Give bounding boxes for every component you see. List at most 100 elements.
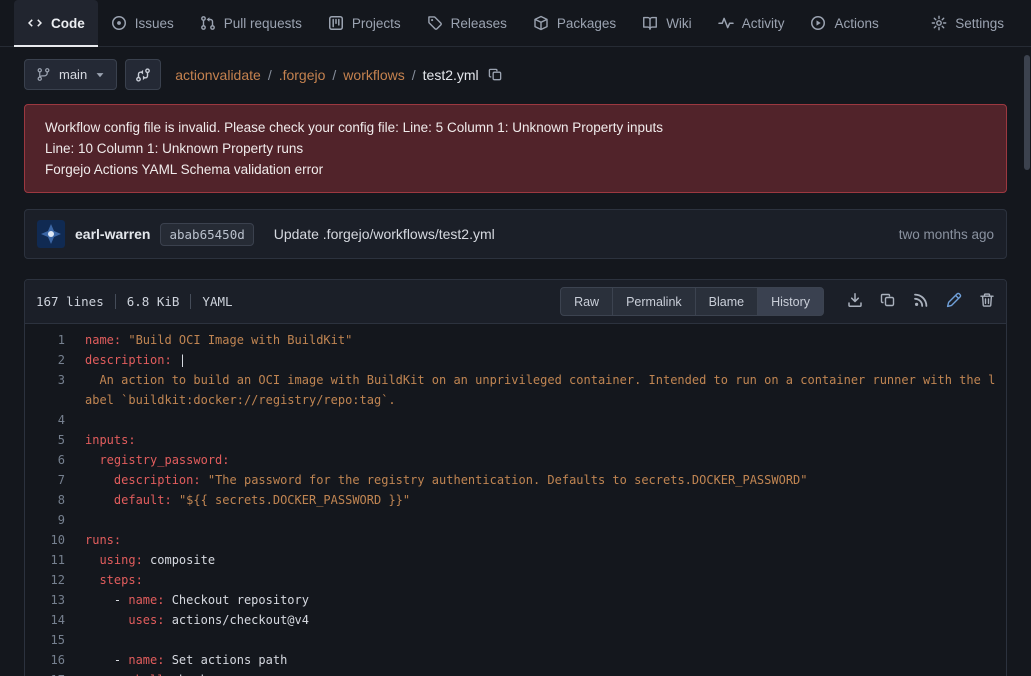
- repo-nav-right: Settings: [918, 0, 1017, 46]
- nav-tab-label: Projects: [352, 16, 401, 31]
- packages-icon: [533, 15, 549, 31]
- compare-button[interactable]: [125, 59, 161, 90]
- nav-tab-code[interactable]: Code: [14, 0, 98, 46]
- line-number[interactable]: 16: [25, 650, 65, 670]
- nav-tab-label: Wiki: [666, 16, 692, 31]
- history-button[interactable]: History: [757, 287, 824, 316]
- line-number[interactable]: 13: [25, 590, 65, 610]
- avatar[interactable]: [37, 220, 65, 248]
- delete-file-button[interactable]: [979, 292, 995, 311]
- line-number[interactable]: 5: [25, 430, 65, 450]
- code-text: [65, 410, 1006, 430]
- code-text: using: composite: [65, 550, 1006, 570]
- code-icon: [27, 15, 43, 31]
- blame-button[interactable]: Blame: [695, 287, 758, 316]
- line-number[interactable]: 9: [25, 510, 65, 530]
- git-compare-icon: [135, 67, 151, 83]
- line-number[interactable]: 14: [25, 610, 65, 630]
- commit-author[interactable]: earl-warren: [75, 226, 150, 242]
- copy-icon: [880, 292, 896, 308]
- code-line: 8 default: "${{ secrets.DOCKER_PASSWORD …: [25, 490, 1006, 510]
- raw-button[interactable]: Raw: [560, 287, 613, 316]
- line-number[interactable]: 10: [25, 530, 65, 550]
- code-line: 5inputs:: [25, 430, 1006, 450]
- nav-tab-pull-requests[interactable]: Pull requests: [187, 0, 315, 46]
- breadcrumb-workflows[interactable]: workflows: [343, 67, 404, 83]
- breadcrumb-actionvalidate[interactable]: actionvalidate: [175, 67, 261, 83]
- repo-nav-tabs: Code Issues Pull requests Projects Releases P…: [14, 0, 892, 46]
- releases-icon: [427, 15, 443, 31]
- pull-request-icon: [200, 15, 216, 31]
- code-line: 1name: "Build OCI Image with BuildKit": [25, 330, 1006, 350]
- breadcrumb-forgejo[interactable]: .forgejo: [279, 67, 326, 83]
- breadcrumb: actionvalidate/.forgejo/workflows/test2.…: [175, 67, 502, 83]
- line-number[interactable]: 8: [25, 490, 65, 510]
- nav-tab-projects[interactable]: Projects: [315, 0, 414, 46]
- commit-hash-badge[interactable]: abab65450d: [160, 223, 253, 246]
- code-line: 17 shell: bash: [25, 670, 1006, 676]
- rss-icon: [913, 292, 929, 308]
- file-actions: RawPermalinkBlameHistory: [560, 287, 824, 316]
- line-number[interactable]: 11: [25, 550, 65, 570]
- nav-tab-label: Releases: [451, 16, 507, 31]
- commit-time: two months ago: [899, 227, 994, 242]
- code-text: inputs:: [65, 430, 1006, 450]
- line-number[interactable]: 17: [25, 670, 65, 676]
- line-number[interactable]: 2: [25, 350, 65, 370]
- permalink-button[interactable]: Permalink: [612, 287, 696, 316]
- code-line: 12 steps:: [25, 570, 1006, 590]
- breadcrumb-path: actionvalidate/.forgejo/workflows/test2.…: [175, 67, 478, 83]
- nav-tab-packages[interactable]: Packages: [520, 0, 629, 46]
- code-text: default: "${{ secrets.DOCKER_PASSWORD }}…: [65, 490, 1006, 510]
- edit-file-button[interactable]: [946, 292, 962, 311]
- line-number[interactable]: 3: [25, 370, 65, 390]
- line-number[interactable]: 4: [25, 410, 65, 430]
- nav-tab-activity[interactable]: Activity: [705, 0, 798, 46]
- nav-tab-label: Pull requests: [224, 16, 302, 31]
- copy-content-button[interactable]: [880, 292, 896, 311]
- breadcrumb-separator: /: [268, 67, 272, 83]
- nav-tab-issues[interactable]: Issues: [98, 0, 187, 46]
- rss-button[interactable]: [913, 292, 929, 311]
- code-line: 3 An action to build an OCI image with B…: [25, 370, 1006, 410]
- error-line: Line: 10 Column 1: Unknown Property runs: [45, 138, 986, 159]
- scrollbar-thumb[interactable]: [1024, 55, 1030, 170]
- nav-settings-label: Settings: [955, 16, 1004, 31]
- file-meta: 167 lines 6.8 KiB YAML: [36, 294, 233, 309]
- branch-name: main: [59, 67, 87, 82]
- code-text: shell: bash: [65, 670, 1006, 676]
- pencil-icon: [946, 292, 962, 308]
- nav-tab-settings[interactable]: Settings: [918, 0, 1017, 46]
- wiki-icon: [642, 15, 658, 31]
- download-button[interactable]: [847, 292, 863, 311]
- file-icon-actions: [830, 292, 995, 311]
- code-line: 15: [25, 630, 1006, 650]
- issues-icon: [111, 15, 127, 31]
- copy-path-icon[interactable]: [488, 67, 503, 82]
- file-line-count: 167 lines: [36, 294, 104, 309]
- code-line: 10runs:: [25, 530, 1006, 550]
- meta-divider: [190, 294, 191, 309]
- line-number[interactable]: 7: [25, 470, 65, 490]
- code-line: 4: [25, 410, 1006, 430]
- line-number[interactable]: 15: [25, 630, 65, 650]
- nav-tab-actions[interactable]: Actions: [797, 0, 891, 46]
- code-text: [65, 510, 1006, 530]
- code-text: - name: Set actions path: [65, 650, 1006, 670]
- repo-nav: Code Issues Pull requests Projects Releases P…: [0, 0, 1031, 47]
- code-text: An action to build an OCI image with Bui…: [65, 370, 1006, 410]
- nav-tab-label: Code: [51, 16, 85, 31]
- gear-icon: [931, 15, 947, 31]
- branch-selector[interactable]: main: [24, 59, 117, 90]
- commit-message[interactable]: Update .forgejo/workflows/test2.yml: [274, 226, 495, 242]
- line-number[interactable]: 6: [25, 450, 65, 470]
- code-line: 2description: |: [25, 350, 1006, 370]
- nav-tab-wiki[interactable]: Wiki: [629, 0, 705, 46]
- file-view: 167 lines 6.8 KiB YAML RawPermalinkBlame…: [24, 279, 1007, 676]
- line-number[interactable]: 1: [25, 330, 65, 350]
- git-branch-icon: [36, 67, 51, 82]
- code-text: runs:: [65, 530, 1006, 550]
- nav-tab-releases[interactable]: Releases: [414, 0, 520, 46]
- code-text: steps:: [65, 570, 1006, 590]
- line-number[interactable]: 12: [25, 570, 65, 590]
